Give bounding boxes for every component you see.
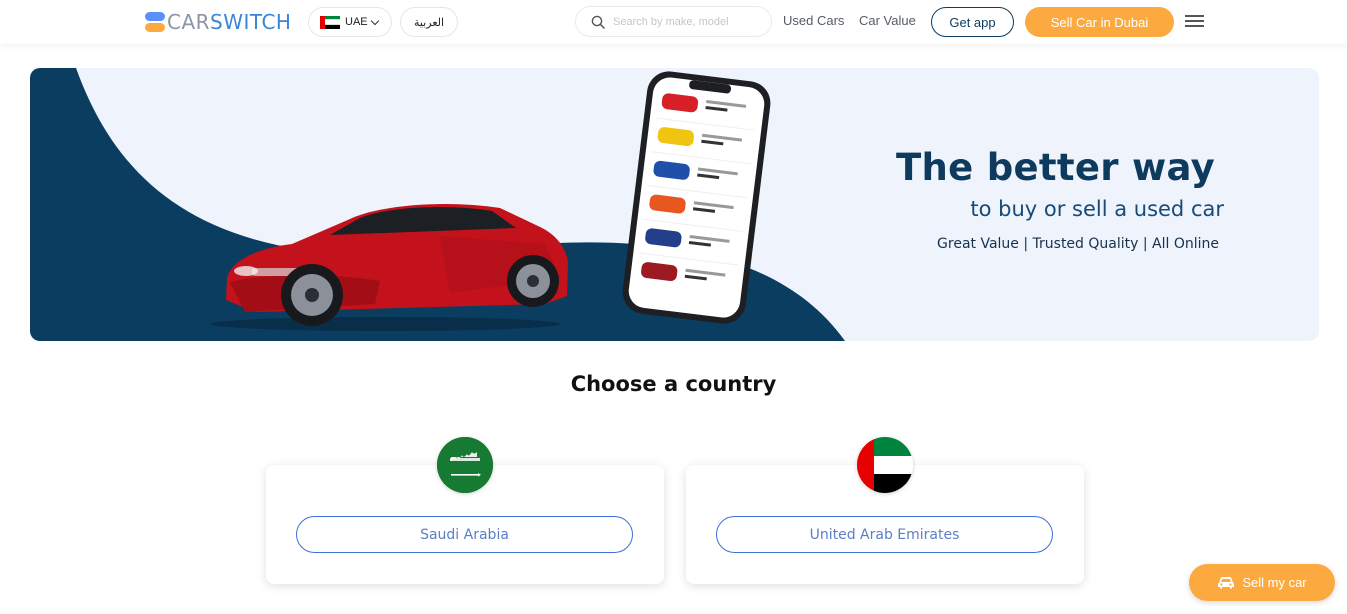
logo-mark-icon <box>145 12 165 32</box>
uae-flag-icon <box>320 15 340 29</box>
logo-text-car: CAR <box>167 10 211 34</box>
hero-title: The better way <box>895 146 1215 189</box>
get-app-button[interactable]: Get app <box>931 7 1014 37</box>
search-icon <box>591 15 605 29</box>
language-toggle[interactable]: العربية <box>400 7 458 37</box>
floating-sell-label: Sell my car <box>1242 575 1307 590</box>
uae-button[interactable]: United Arab Emirates <box>716 516 1053 553</box>
nav-used-cars[interactable]: Used Cars <box>783 13 844 28</box>
country-code: UAE <box>345 16 368 28</box>
search-input[interactable] <box>613 15 763 28</box>
hero-tagline: Great Value | Trusted Quality | All Onli… <box>937 236 1219 252</box>
hamburger-menu-icon[interactable] <box>1185 14 1204 28</box>
car-icon <box>1218 577 1235 589</box>
logo-text-switch: SWITCH <box>210 10 292 34</box>
country-selector[interactable]: UAE <box>308 7 392 37</box>
hero-banner: The better way to buy or sell a used car… <box>30 68 1319 341</box>
sell-car-dubai-button[interactable]: Sell Car in Dubai <box>1025 7 1174 37</box>
chevron-down-icon <box>370 16 379 25</box>
saudi-flag-icon <box>437 437 493 493</box>
hero-subtitle: to buy or sell a used car <box>970 197 1224 221</box>
nav-car-value[interactable]: Car Value <box>859 13 916 28</box>
logo-text: CARSWITCH <box>167 10 291 34</box>
saudi-arabia-button[interactable]: Saudi Arabia <box>296 516 633 553</box>
top-navbar: CARSWITCH UAE العربية Used Cars Car Valu… <box>0 0 1347 44</box>
search-box[interactable] <box>575 6 772 37</box>
floating-sell-my-car-button[interactable]: Sell my car <box>1189 564 1335 601</box>
choose-country-heading: Choose a country <box>570 372 777 396</box>
uae-flag-icon <box>857 437 913 493</box>
carswitch-logo[interactable]: CARSWITCH <box>145 10 291 34</box>
